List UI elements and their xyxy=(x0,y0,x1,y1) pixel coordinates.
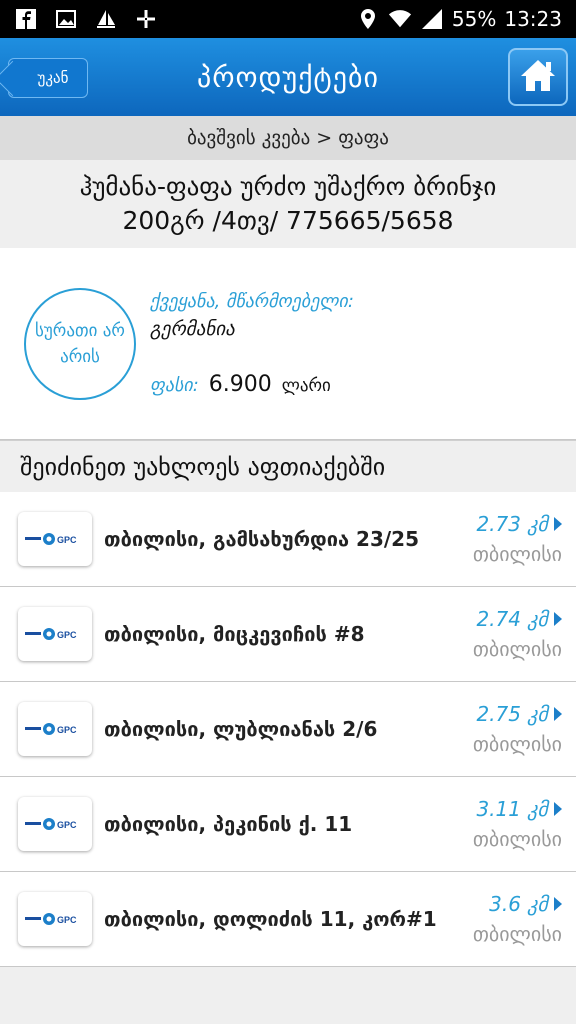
pharmacy-meta: 2.75 კმ თბილისი xyxy=(473,702,562,756)
pharmacy-logo: GPC xyxy=(18,512,92,566)
pharmacy-meta: 3.6 კმ თბილისი xyxy=(473,892,562,946)
home-button[interactable] xyxy=(508,48,568,106)
product-card: სურათი არ არის ქვეყანა, მწარმოებელი: გერ… xyxy=(0,248,576,440)
svg-text:GPC: GPC xyxy=(57,725,77,735)
signal-icon xyxy=(420,7,444,31)
gallery-icon xyxy=(54,7,78,31)
battery-percent: 55% xyxy=(451,7,497,31)
price-row: ფასი: 6.900 ლარი xyxy=(150,372,354,397)
chevron-right-icon xyxy=(554,517,562,531)
chevron-right-icon xyxy=(554,707,562,721)
pharmacy-logo: GPC xyxy=(18,892,92,946)
pharmacy-city: თბილისი xyxy=(472,827,562,851)
sailboat-icon xyxy=(94,7,118,31)
pharmacy-name: თბილისი, ლუბლიანას 2/6 xyxy=(104,717,378,741)
pharmacy-name: თბილისი, დოლიძის 11, კორ#1 xyxy=(104,907,437,931)
pharmacy-logo: GPC xyxy=(18,607,92,661)
back-button[interactable]: უკან xyxy=(8,58,88,98)
pharmacy-name: თბილისი, პეკინის ქ. 11 xyxy=(104,812,353,836)
pharmacy-item[interactable]: GPC თბილისი, გამსახურდია 23/25 2.73 კმ თ… xyxy=(0,492,576,587)
pharmacy-list: GPC თბილისი, გამსახურდია 23/25 2.73 კმ თ… xyxy=(0,492,576,967)
price-value: 6.900 xyxy=(208,371,272,397)
distance-value: 2.74 კმ xyxy=(476,607,548,631)
pharmacy-distance: 2.74 კმ xyxy=(476,607,562,631)
page-title: პროდუქტები xyxy=(197,60,379,94)
country-label: ქვეყანა, მწარმოებელი: xyxy=(150,290,354,312)
pharmacy-distance: 2.75 კმ xyxy=(476,702,562,726)
clock: 13:23 xyxy=(504,7,562,31)
chevron-right-icon xyxy=(554,612,562,626)
distance-value: 2.73 კმ xyxy=(476,512,548,536)
product-name: ჰუმანა-ფაფა ურძო უშაქრო ბრინჯი 200გრ /4თ… xyxy=(0,160,576,248)
svg-text:GPC: GPC xyxy=(57,820,77,830)
pharmacy-name: თბილისი, მიცკევიჩის #8 xyxy=(104,622,365,646)
distance-value: 3.11 კმ xyxy=(476,797,548,821)
price-currency: ლარი xyxy=(281,375,331,396)
pharmacy-distance: 3.6 კმ xyxy=(489,892,562,916)
pharmacy-city: თბილისი xyxy=(472,637,562,661)
no-image-placeholder: სურათი არ არის xyxy=(24,287,136,400)
pharmacy-city: თბილისი xyxy=(472,542,562,566)
product-name-line1: ჰუმანა-ფაფა ურძო უშაქრო ბრინჯი xyxy=(79,172,497,201)
facebook-icon xyxy=(14,7,38,31)
svg-text:GPC: GPC xyxy=(57,630,77,640)
pharmacy-city: თბილისი xyxy=(472,732,562,756)
pharmacy-meta: 2.74 კმ თბილისი xyxy=(473,607,562,661)
pharmacy-logo: GPC xyxy=(18,797,92,851)
pharmacy-meta: 3.11 კმ თბილისი xyxy=(473,797,562,851)
distance-value: 2.75 კმ xyxy=(476,702,548,726)
pharmacy-distance: 2.73 კმ xyxy=(476,512,562,536)
wifi-icon xyxy=(388,7,412,31)
home-icon xyxy=(519,57,557,97)
country-value: გერმანია xyxy=(150,317,235,340)
back-button-label: უკან xyxy=(37,69,69,87)
product-details: ქვეყანა, მწარმოებელი: გერმანია ფასი: 6.9… xyxy=(150,279,354,409)
pharmacy-name: თბილისი, გამსახურდია 23/25 xyxy=(104,527,419,551)
chevron-right-icon xyxy=(554,897,562,911)
pharmacy-city: თბილისი xyxy=(472,922,562,946)
status-bar: 55% 13:23 xyxy=(0,0,576,38)
pharmacy-item[interactable]: GPC თბილისი, დოლიძის 11, კორ#1 3.6 კმ თბ… xyxy=(0,872,576,967)
section-title: შეიძინეთ უახლოეს აფთიაქებში xyxy=(0,440,576,492)
chevron-right-icon xyxy=(554,802,562,816)
product-name-line2: 200გრ /4თვ/ 775665/5658 xyxy=(122,206,454,235)
app-bar: უკან პროდუქტები xyxy=(0,38,576,116)
svg-text:GPC: GPC xyxy=(57,535,77,545)
breadcrumb: ბავშვის კვება > ფაფა xyxy=(0,116,576,160)
pharmacy-meta: 2.73 კმ თბილისი xyxy=(473,512,562,566)
pharmacy-item[interactable]: GPC თბილისი, პეკინის ქ. 11 3.11 კმ თბილი… xyxy=(0,777,576,872)
pharmacy-item[interactable]: GPC თბილისი, მიცკევიჩის #8 2.74 კმ თბილი… xyxy=(0,587,576,682)
distance-value: 3.6 კმ xyxy=(489,892,548,916)
pharmacy-distance: 3.11 კმ xyxy=(476,797,562,821)
svg-text:GPC: GPC xyxy=(57,915,77,925)
price-label: ფასი: xyxy=(150,374,199,396)
app-notification-icon xyxy=(134,7,158,31)
pharmacy-logo: GPC xyxy=(18,702,92,756)
location-icon xyxy=(356,7,380,31)
pharmacy-item[interactable]: GPC თბილისი, ლუბლიანას 2/6 2.75 კმ თბილი… xyxy=(0,682,576,777)
